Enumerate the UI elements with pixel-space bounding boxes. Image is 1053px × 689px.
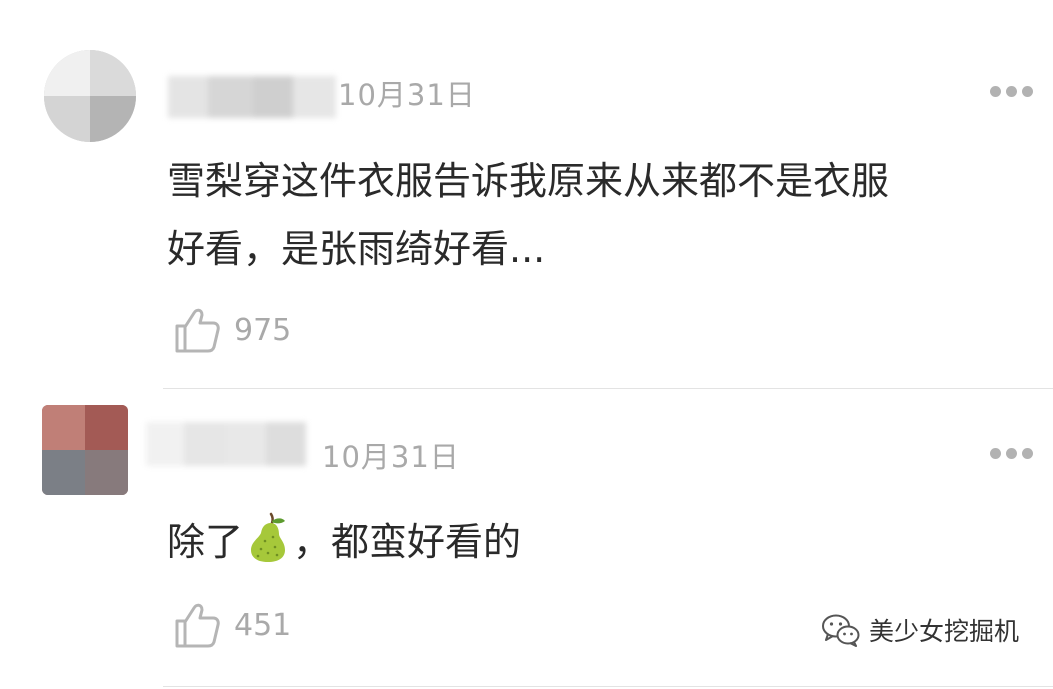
watermark: 美少女挖掘机	[821, 610, 1019, 650]
divider	[163, 388, 1053, 389]
more-dots-icon[interactable]	[990, 448, 1034, 460]
avatar-pixel	[90, 50, 136, 96]
divider	[163, 686, 1053, 687]
avatar-pixel	[85, 450, 128, 495]
comment-date: 10月31日	[338, 78, 476, 112]
avatar-pixel	[85, 405, 128, 450]
comment-text-part: ，都蛮好看的	[293, 520, 522, 564]
watermark-text: 美少女挖掘机	[868, 617, 1019, 646]
thumbs-up-icon	[175, 308, 220, 353]
user-avatar[interactable]	[42, 405, 128, 495]
pear-emoji-icon	[251, 512, 286, 562]
like-count: 975	[234, 313, 292, 348]
username-blurred[interactable]	[168, 76, 336, 118]
thumbs-up-icon	[175, 603, 220, 648]
comment-item: 10月31日 雪梨穿这件衣服告诉我原来从来都不是衣服 好看，是张雨绮好看... …	[0, 0, 1053, 390]
comment-text-line: 除了 ，都蛮好看的	[167, 508, 521, 576]
comment-text-line: 好看，是张雨绮好看...	[167, 227, 546, 271]
avatar-pixel	[42, 450, 85, 495]
more-dots-icon[interactable]	[990, 86, 1034, 98]
username-blurred[interactable]	[146, 422, 306, 466]
user-avatar[interactable]	[44, 50, 136, 142]
comment-text-line: 雪梨穿这件衣服告诉我原来从来都不是衣服	[167, 159, 890, 203]
wechat-icon	[821, 614, 860, 647]
like-count: 451	[234, 608, 292, 643]
avatar-pixel	[90, 96, 136, 142]
comment-text-part: 除了	[167, 520, 244, 564]
comment-date: 10月31日	[322, 440, 460, 474]
avatar-pixel	[44, 50, 90, 96]
avatar-pixel	[44, 96, 90, 142]
avatar-pixel	[42, 405, 85, 450]
